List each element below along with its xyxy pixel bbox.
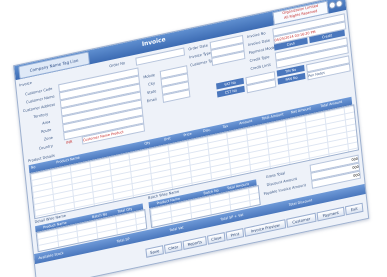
window-title: Invoice — [141, 36, 166, 49]
customer-button[interactable]: Customer — [286, 212, 317, 228]
print-button[interactable]: Print — [225, 228, 245, 241]
screenshot-stage: Company Name Tag Line Invoice Organizati… — [0, 0, 387, 277]
order-no-label: Order No — [109, 61, 126, 69]
invoice-preview-button[interactable]: Invoice Preview — [244, 219, 287, 237]
reports-button[interactable]: Reports — [182, 235, 207, 250]
email-label: Email — [146, 97, 157, 104]
col-disc: Disc. — [202, 127, 212, 134]
col-no: No — [30, 164, 36, 170]
total-sp-label: Total SP — [116, 236, 130, 244]
col-qty: Qty — [144, 140, 151, 146]
payment-button[interactable]: Payment — [316, 206, 345, 222]
invoice-window: Company Name Tag Line Invoice Organizati… — [13, 0, 370, 277]
col-price: Price — [183, 131, 192, 138]
close-button[interactable]: Close — [207, 232, 226, 245]
clear-button[interactable]: Clear — [163, 241, 183, 254]
country-label: Country — [38, 143, 54, 151]
app-name: Company Name Tag Line — [29, 57, 79, 73]
company-logo: Company Name Tag Line — [18, 51, 90, 80]
save-button[interactable]: Save — [145, 245, 164, 258]
col-tax: Tax — [222, 123, 229, 130]
country-code: INR — [66, 139, 73, 145]
exit-button[interactable]: Exit — [344, 202, 364, 216]
col-unit: Unit — [163, 136, 171, 142]
total-discount-label: Total Discount — [288, 198, 313, 208]
close-icon[interactable] — [335, 0, 343, 8]
invoice-label: Invoice — [19, 80, 33, 88]
total-vat-label: Total Vat — [169, 225, 184, 233]
